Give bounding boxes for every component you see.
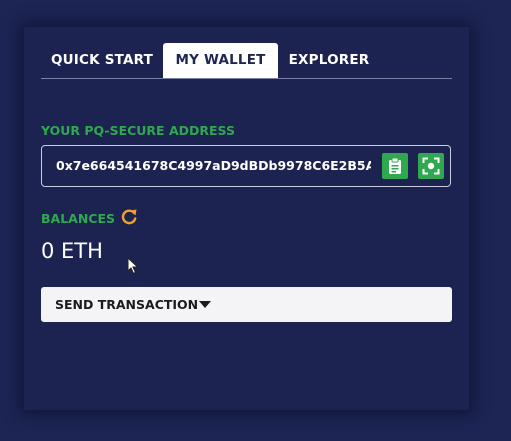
address-field[interactable]: 0x7e664541678C4997aD9dBDb9978C6E2B5A9... xyxy=(41,145,451,187)
address-value[interactable]: 0x7e664541678C4997aD9dBDb9978C6E2B5A9... xyxy=(56,146,371,186)
send-transaction-label: SEND TRANSACTION xyxy=(55,297,199,312)
scan-address-button[interactable] xyxy=(418,153,444,179)
qr-scan-icon xyxy=(422,157,440,175)
tab-bar: QUICK START MY WALLET EXPLORER xyxy=(41,43,452,79)
copy-address-button[interactable] xyxy=(382,153,408,179)
balances-label: BALANCES xyxy=(41,211,116,226)
clipboard-icon xyxy=(389,157,401,174)
refresh-icon[interactable] xyxy=(120,208,138,226)
tab-my-wallet[interactable]: MY WALLET xyxy=(163,43,278,78)
caret-down-icon xyxy=(199,301,211,308)
tab-quick-start[interactable]: QUICK START xyxy=(41,43,163,78)
send-transaction-button[interactable]: SEND TRANSACTION xyxy=(41,287,452,322)
address-label: YOUR PQ-SECURE ADDRESS xyxy=(41,123,235,138)
tab-explorer[interactable]: EXPLORER xyxy=(278,43,380,78)
mouse-cursor-icon xyxy=(127,257,139,275)
balance-value: 0 ETH xyxy=(41,239,103,263)
wallet-panel: QUICK START MY WALLET EXPLORER YOUR PQ-S… xyxy=(24,27,469,410)
